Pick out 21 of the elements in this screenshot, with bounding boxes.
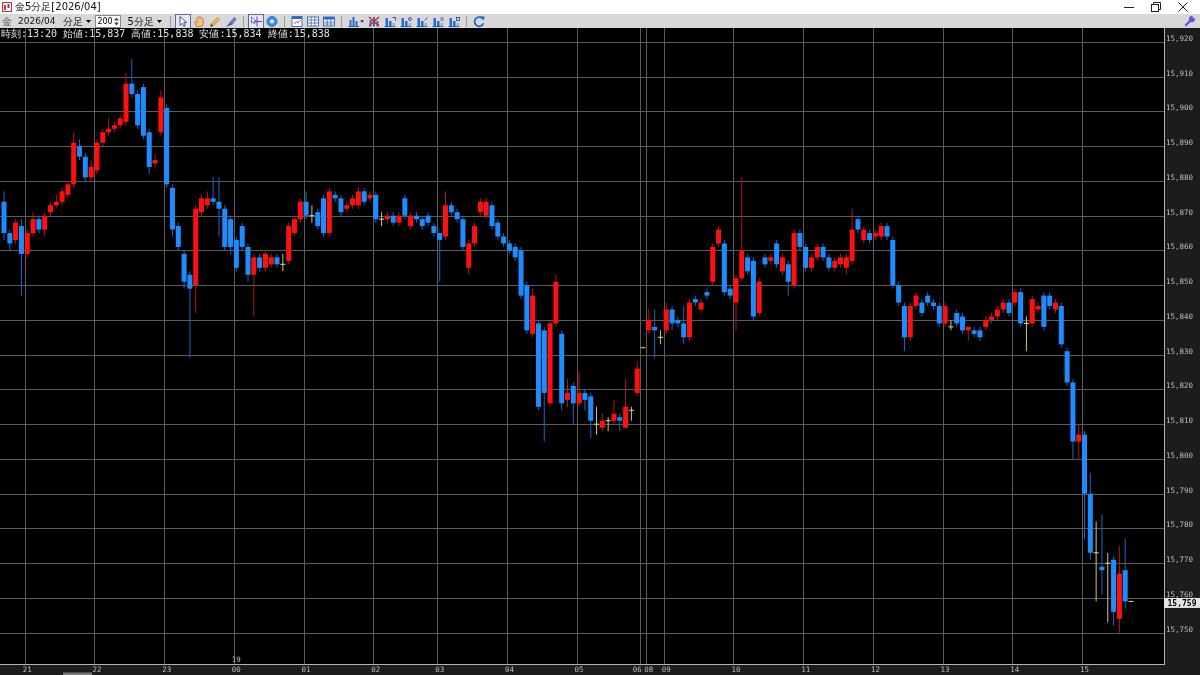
contract-month-label: 2026/04: [18, 14, 56, 28]
bar-count-field[interactable]: 200: [95, 14, 122, 28]
caret-icon: [86, 19, 92, 23]
period-dropdown[interactable]: 5分足: [125, 14, 164, 28]
restore-icon[interactable]: [1151, 2, 1161, 12]
scrollbar-thumb[interactable]: [63, 672, 92, 675]
table-icon[interactable]: [320, 13, 337, 29]
wrench-icon[interactable]: [1184, 15, 1196, 27]
circle-icon[interactable]: [263, 13, 280, 29]
spinner-icon[interactable]: [114, 16, 120, 26]
close-icon[interactable]: [1178, 2, 1188, 12]
quote-info-text: 時刻:13:20 始値:15,837 高値:15,838 安値:15,834 終値:15,838: [1, 28, 330, 39]
candlestick: [640, 347, 646, 349]
window-title: 金5分足[2026/04]: [15, 0, 101, 14]
symbol-label: 金: [2, 14, 12, 28]
grid-icon[interactable]: [304, 13, 321, 29]
unit-dropdown[interactable]: 分足: [61, 14, 94, 28]
last-price-tag: 15,759: [1164, 597, 1200, 609]
candlestick: [634, 361, 640, 397]
caret-icon: [156, 19, 162, 23]
window-icon[interactable]: [288, 13, 305, 29]
